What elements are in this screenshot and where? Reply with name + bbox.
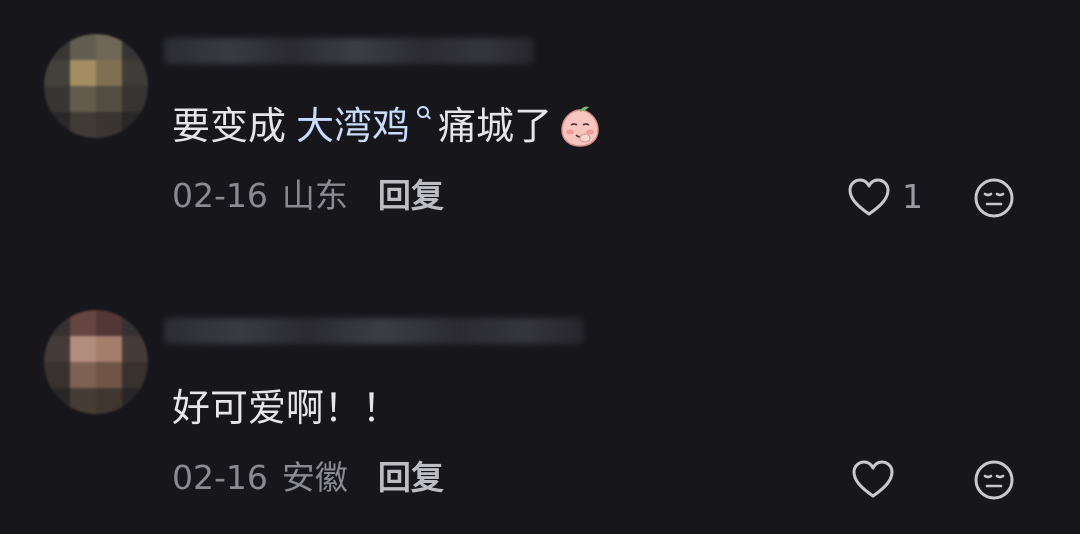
neutral-face-icon	[974, 178, 1014, 218]
dislike-button[interactable]	[972, 176, 1016, 220]
comment-region: 山东	[281, 176, 348, 215]
comment-text-suffix: 痛城了	[438, 104, 553, 148]
comment-list: 要变成 大湾鸡 痛城了 02-16 山东 回复 1 好可爱啊！！ 02-16 安…	[0, 0, 1080, 534]
username-redacted[interactable]	[164, 318, 584, 344]
comment-meta: 02-16 山东 回复	[172, 176, 444, 216]
like-button[interactable]	[850, 458, 896, 500]
search-icon[interactable]	[416, 104, 430, 124]
dislike-button[interactable]	[972, 458, 1016, 502]
like-button[interactable]: 1	[846, 176, 923, 218]
heart-outline-icon	[852, 460, 894, 498]
comment-text-prefix: 好可爱啊！！	[172, 386, 401, 430]
comment-date: 02-16	[172, 176, 268, 215]
reply-button[interactable]: 回复	[378, 458, 444, 498]
comment-meta: 02-16 安徽 回复	[172, 458, 444, 498]
comment-text: 好可爱啊！！	[172, 384, 400, 432]
comment-date: 02-16	[172, 458, 268, 497]
search-keyword-link[interactable]: 大湾鸡	[296, 102, 410, 150]
comment-region: 安徽	[281, 458, 348, 497]
username-redacted[interactable]	[164, 38, 534, 64]
blushing-peach-emoji-icon	[558, 104, 602, 148]
comment-text-prefix: 要变成	[172, 104, 287, 148]
comment-text: 要变成 大湾鸡 痛城了	[172, 102, 602, 150]
like-count: 1	[902, 177, 923, 216]
neutral-face-icon	[974, 460, 1014, 500]
heart-outline-icon	[848, 178, 890, 216]
reply-button[interactable]: 回复	[378, 176, 444, 216]
avatar[interactable]	[44, 34, 148, 138]
avatar[interactable]	[44, 310, 148, 414]
